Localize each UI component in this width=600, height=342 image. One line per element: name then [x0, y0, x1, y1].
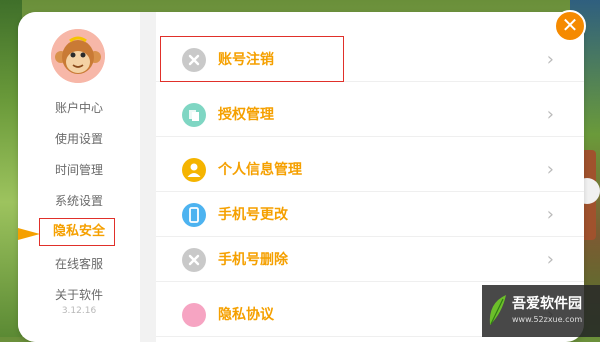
- avatar[interactable]: [51, 29, 105, 83]
- active-item-highlight-box: [39, 218, 115, 246]
- sidebar-item-online-service[interactable]: 在线客服: [18, 252, 140, 276]
- setting-row-delete-phone[interactable]: 手机号删除 ›: [156, 237, 584, 282]
- monkey-avatar-icon: [51, 29, 105, 83]
- setting-row-change-phone[interactable]: 手机号更改 ›: [156, 192, 584, 237]
- chevron-right-icon: ›: [546, 204, 554, 225]
- setting-row-personal-info[interactable]: 个人信息管理 ›: [156, 147, 584, 192]
- chevron-right-icon: ›: [546, 49, 554, 70]
- watermark-url: www.52zxue.com: [512, 315, 583, 324]
- leaf-logo-icon: [489, 295, 506, 325]
- setting-row-label: 隐私协议: [218, 307, 274, 323]
- version-label: 3.12.16: [61, 306, 97, 316]
- setting-row-label: 授权管理: [218, 107, 274, 123]
- watermark-title: 吾爱软件园: [512, 296, 582, 312]
- authorization-icon: [182, 103, 206, 127]
- close-button[interactable]: ✕: [554, 10, 586, 42]
- privacy-icon: [182, 303, 206, 327]
- setting-row-label: 个人信息管理: [218, 162, 302, 178]
- person-icon: [182, 158, 206, 182]
- chevron-right-icon: ›: [546, 104, 554, 125]
- setting-row-label: 手机号删除: [218, 252, 288, 268]
- phone-icon: [182, 203, 206, 227]
- chevron-right-icon: ›: [546, 249, 554, 270]
- close-circle-icon: [182, 248, 206, 272]
- sidebar-item-usage-settings[interactable]: 使用设置: [18, 127, 140, 151]
- sidebar-item-account-center[interactable]: 账户中心: [18, 96, 140, 120]
- chevron-right-icon: ›: [546, 159, 554, 180]
- watermark: 吾爱软件园 www.52zxue.com: [482, 285, 600, 337]
- sidebar: 账户中心 使用设置 时间管理 系统设置 隐私安全 在线客服 关于软件 3.12.…: [18, 12, 140, 342]
- setting-row-authorization[interactable]: 授权管理 ›: [156, 92, 584, 137]
- sidebar-item-about[interactable]: 关于软件: [18, 283, 140, 307]
- selected-row-highlight-box: [160, 36, 344, 82]
- sidebar-item-time-management[interactable]: 时间管理: [18, 158, 140, 182]
- setting-row-label: 手机号更改: [218, 207, 288, 223]
- sidebar-item-system-settings[interactable]: 系统设置: [18, 189, 140, 213]
- sidebar-divider: [140, 12, 156, 342]
